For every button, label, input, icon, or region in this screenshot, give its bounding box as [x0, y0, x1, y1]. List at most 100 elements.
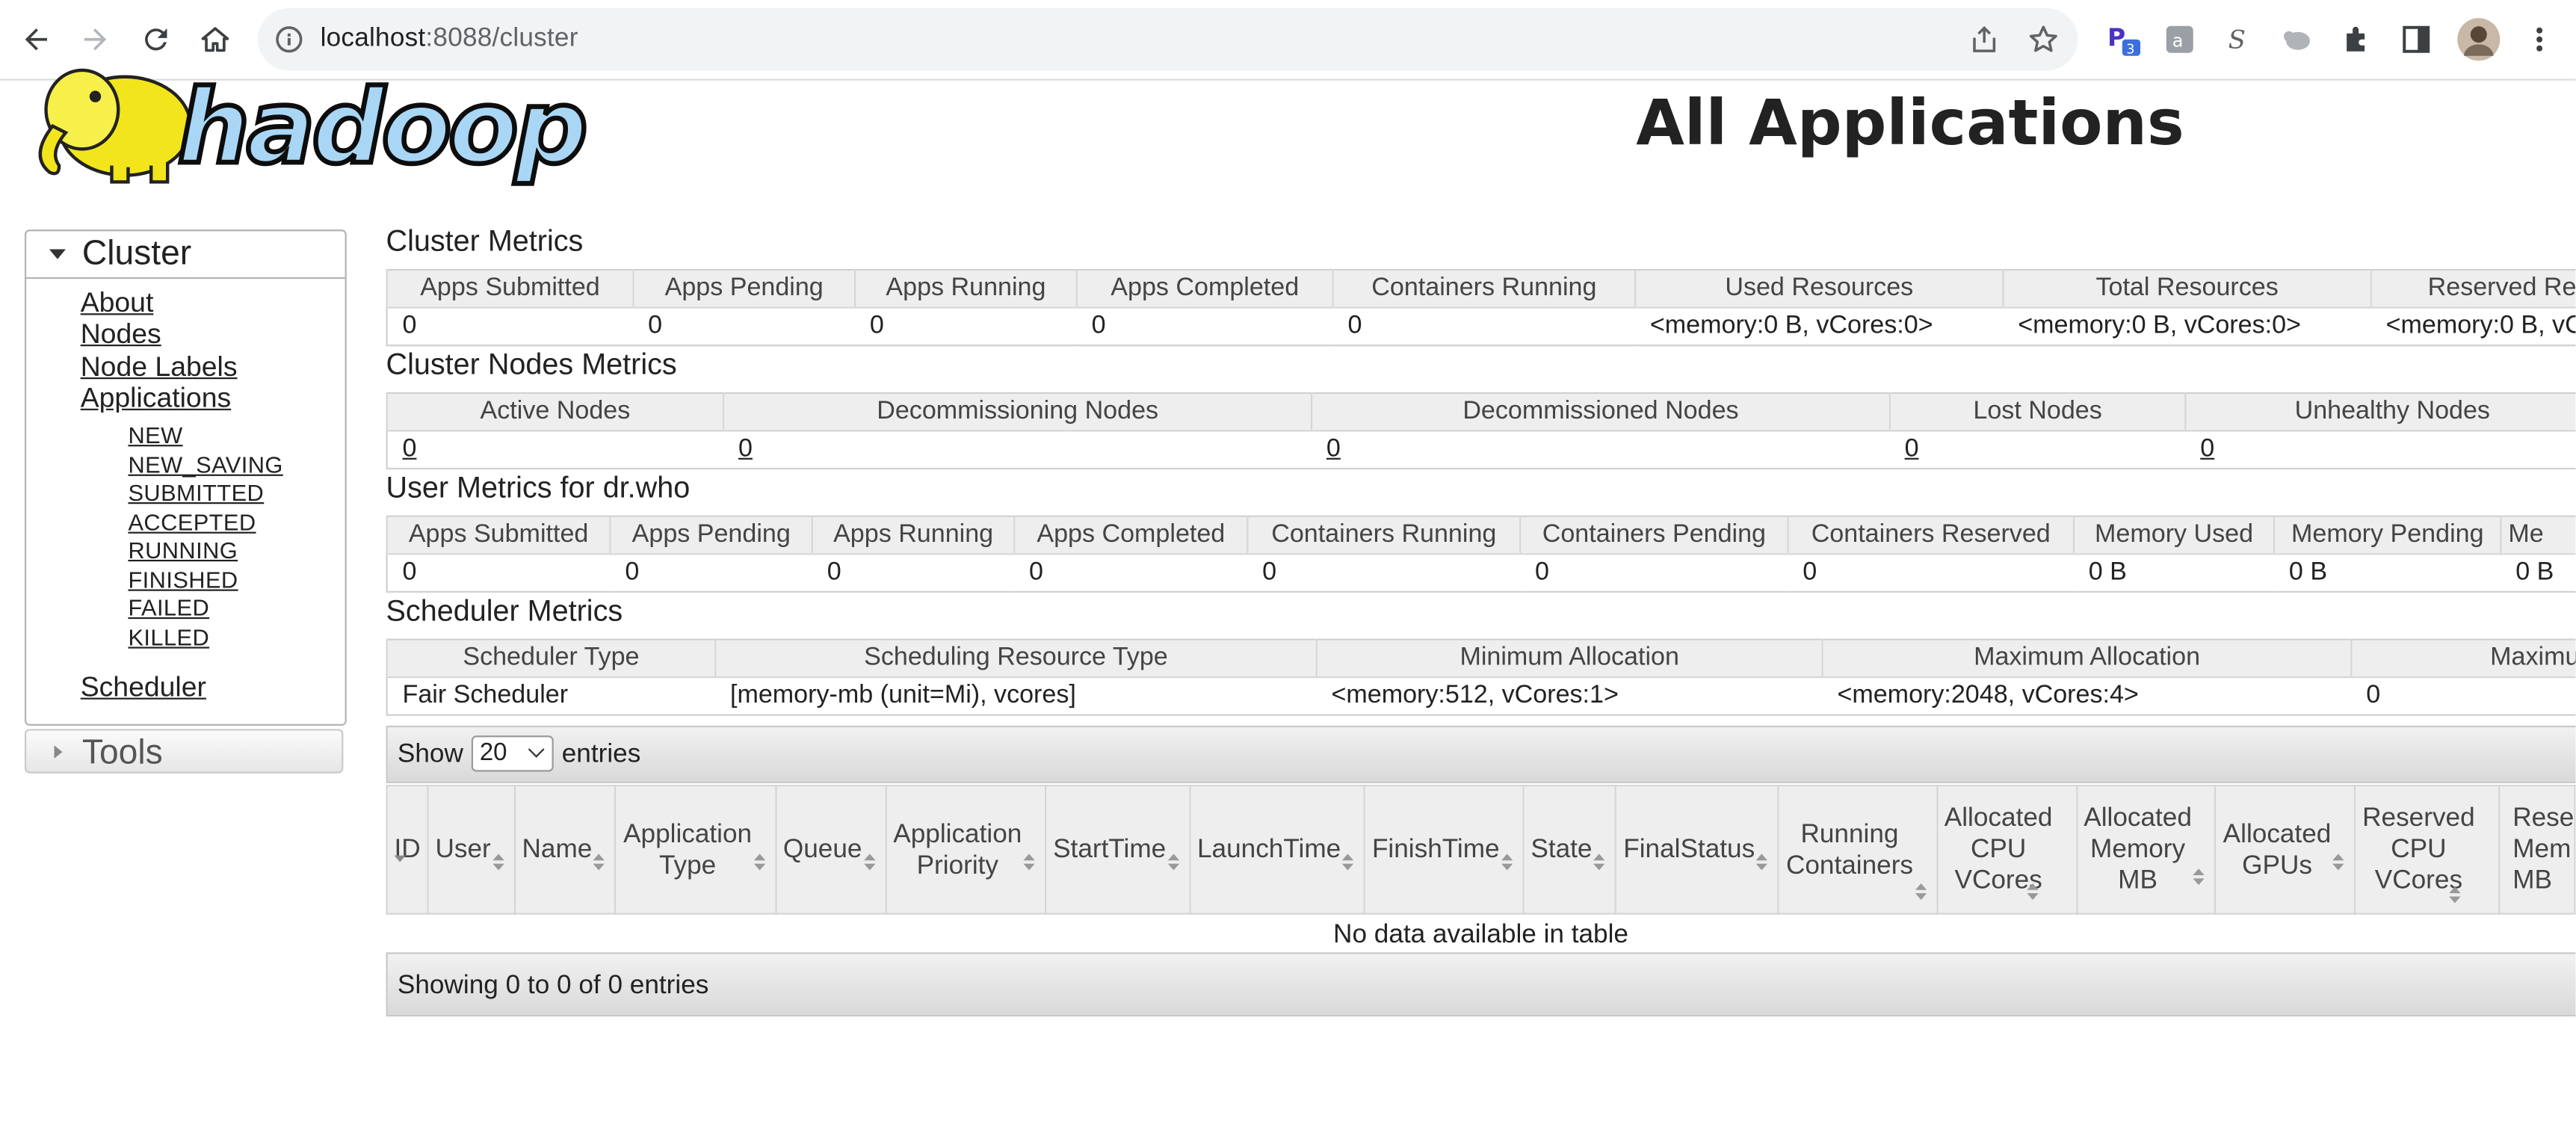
sort-header-starttime[interactable]: StartTime: [1045, 785, 1191, 915]
sort-icon: [2332, 854, 2344, 871]
table-cell: <memory:0 B, vCores:0>: [1649, 312, 1933, 340]
col-header: Scheduler Type: [386, 639, 716, 679]
table-cell: 0: [625, 558, 640, 587]
col-header-label: Running Containers: [1785, 820, 1914, 880]
sort-header-reserved-memory[interactable]: Rese Mem MB: [2498, 785, 2576, 915]
col-header-label: LaunchTime: [1196, 836, 1341, 864]
sort-icon: [593, 854, 605, 871]
table-cell: 0 B: [2088, 558, 2127, 587]
col-header-label: User: [435, 836, 491, 864]
sort-header-allocated-gpus[interactable]: Allocated GPUs: [2214, 785, 2356, 915]
sort-header-finalstatus[interactable]: FinalStatus: [1615, 785, 1780, 915]
table-cell: 0: [723, 430, 1312, 469]
nav-link-state-accepted[interactable]: ACCEPTED: [128, 509, 256, 535]
table-cell: [memory-mb (unit=Mi), vcores]: [730, 681, 1076, 709]
decommissioned-nodes-link[interactable]: 0: [1326, 435, 1341, 463]
unhealthy-nodes-link[interactable]: 0: [2200, 435, 2214, 463]
table-cell: <memory:0 B, vCores:0>: [2018, 312, 2301, 340]
sort-icon: [1501, 854, 1513, 871]
sort-header-application-type[interactable]: Application Type: [615, 785, 777, 915]
sort-header-application-priority[interactable]: Application Priority: [885, 785, 1047, 915]
sort-header-user[interactable]: User: [427, 785, 516, 915]
table-cell: 0: [402, 558, 417, 587]
sort-header-allocated-cpu-vcores[interactable]: Allocated CPU VCores: [1936, 785, 2078, 915]
cluster-section-header[interactable]: Cluster: [26, 231, 345, 280]
sort-header-reserved-cpu-vcores[interactable]: Reserved CPU VCores: [2354, 785, 2500, 915]
nav-link-state-new[interactable]: NEW: [128, 422, 182, 448]
sort-icon: [2026, 883, 2038, 900]
sort-header-finishtime[interactable]: FinishTime: [1363, 785, 1525, 915]
nav-link-state-new-saving[interactable]: NEW_SAVING: [128, 451, 282, 478]
table-cell: 0: [1029, 558, 1044, 587]
table-cell: <memory:0 B, vC: [2385, 312, 2576, 340]
active-nodes-link[interactable]: 0: [403, 435, 417, 463]
table-row: No data available in table: [387, 914, 2575, 957]
nav-link-state-finished[interactable]: FINISHED: [128, 567, 238, 593]
col-header-label: Allocated Memory MB: [2084, 804, 2192, 895]
table-cell: <memory:512, vCores:1>: [1331, 681, 1619, 709]
col-header: Memory Pending: [2273, 516, 2501, 555]
col-header: Me: [2500, 516, 2576, 555]
nav-link-applications[interactable]: Applications: [81, 383, 231, 416]
expanded-triangle-icon: [49, 249, 66, 259]
empty-table-message: No data available in table: [1333, 921, 1629, 949]
col-header: Maximum Allocation: [1821, 639, 2352, 679]
col-header: Decommissioning Nodes: [723, 392, 1312, 432]
sort-header-queue[interactable]: Queue: [774, 785, 887, 915]
table-header-row: Scheduler Type Scheduling Resource Type …: [386, 639, 2576, 679]
col-header: Apps Submitted: [386, 270, 634, 309]
table-cell: 0 B: [2288, 558, 2328, 587]
hadoop-logo: hadoop: [38, 67, 590, 189]
sort-icon: [1756, 854, 1768, 871]
user-metrics-table: Apps Submitted Apps Pending Apps Running…: [386, 515, 2576, 593]
col-header: Apps Pending: [609, 516, 812, 555]
sort-icon: [1915, 883, 1927, 900]
entries-label: entries: [561, 740, 641, 769]
sort-header-running-containers[interactable]: Running Containers: [1777, 785, 1938, 915]
table-cell: 0: [2185, 430, 2575, 469]
page-title: All Applications: [1636, 86, 2184, 159]
table-cell: 0: [1535, 558, 1549, 587]
table-row: 0 0 0 0 0 <memory:0 B, vCores:0> <memory…: [387, 308, 2576, 346]
col-header: Apps Completed: [1013, 516, 1248, 555]
sort-icon: [1167, 854, 1179, 871]
sort-header-launchtime[interactable]: LaunchTime: [1188, 785, 1366, 915]
sort-header-allocated-memory-mb[interactable]: Allocated Memory MB: [2075, 785, 2217, 915]
table-header-row: Apps Submitted Apps Pending Apps Running…: [386, 270, 2576, 309]
page-size-select[interactable]: 20: [471, 735, 554, 772]
sort-desc-icon: [394, 855, 406, 862]
sort-header-name[interactable]: Name: [513, 785, 617, 915]
nav-link-scheduler[interactable]: Scheduler: [81, 671, 206, 704]
table-cell: 0: [1091, 312, 1106, 340]
decommissioning-nodes-link[interactable]: 0: [738, 435, 753, 463]
nav-link-nodes[interactable]: Nodes: [81, 318, 161, 351]
nav-link-state-failed[interactable]: FAILED: [128, 594, 209, 620]
table-header-row: Active Nodes Decommissioning Nodes Decom…: [386, 392, 2576, 432]
col-header-label: Application Priority: [893, 820, 1022, 880]
cluster-metrics-title: Cluster Metrics: [386, 224, 584, 258]
sort-header-state[interactable]: State: [1522, 785, 1617, 915]
sort-header-id[interactable]: ID: [386, 785, 429, 915]
col-header: Containers Pending: [1519, 516, 1788, 555]
nav-link-state-submitted[interactable]: SUBMITTED: [128, 479, 264, 505]
datatable-info: Showing 0 to 0 of 0 entries: [386, 952, 2576, 1017]
col-header: Apps Submitted: [386, 516, 611, 555]
lost-nodes-link[interactable]: 0: [1905, 435, 1919, 463]
nav-link-node-labels[interactable]: Node Labels: [81, 351, 238, 384]
table-cell: 0: [827, 558, 841, 587]
tools-section-header[interactable]: Tools: [24, 729, 344, 774]
col-header: Apps Running: [811, 516, 1015, 555]
sort-icon: [492, 854, 504, 871]
col-header-label: Application Type: [623, 820, 753, 880]
table-cell: 0: [2366, 681, 2381, 709]
col-header-label: FinishTime: [1371, 836, 1500, 864]
nav-link-state-killed[interactable]: KILLED: [128, 624, 209, 650]
table-cell: 0: [387, 430, 724, 469]
table-cell: 0: [1890, 430, 2186, 469]
nav-link-about[interactable]: About: [81, 287, 154, 320]
col-header: Maximu: [2350, 639, 2576, 679]
table-cell: 0 B: [2515, 558, 2554, 587]
nav-link-state-running[interactable]: RUNNING: [128, 537, 238, 563]
table-cell: 0: [1262, 558, 1277, 587]
show-label: Show: [397, 740, 463, 769]
